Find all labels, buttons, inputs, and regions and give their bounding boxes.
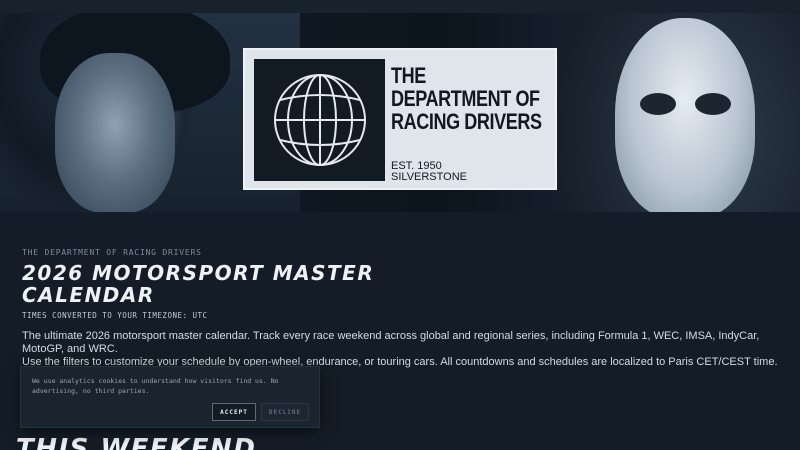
description-paragraph-1: The ultimate 2026 motorsport master cale… bbox=[22, 330, 760, 355]
accept-cookies-button[interactable]: ACCEPT bbox=[212, 403, 256, 421]
page-title: 2026 MOTORSPORT MASTER CALENDAR bbox=[22, 261, 375, 307]
logo-location: SILVERSTONE bbox=[391, 171, 468, 183]
logo-title: THE DEPARTMENT OF RACING DRIVERS bbox=[391, 63, 542, 134]
top-strip bbox=[0, 0, 800, 13]
cookie-banner: We use analytics cookies to understand h… bbox=[20, 366, 320, 428]
hero-banner: THE DEPARTMENT OF RACING DRIVERS EST. 19… bbox=[0, 13, 800, 212]
globe-icon-svg bbox=[273, 74, 366, 166]
brand-logo[interactable]: THE DEPARTMENT OF RACING DRIVERS EST. 19… bbox=[243, 48, 557, 190]
globe-icon bbox=[254, 59, 385, 181]
hero-photo-driver-masked bbox=[555, 13, 800, 212]
page-description: The ultimate 2026 motorsport master cale… bbox=[22, 330, 792, 369]
decline-cookies-button[interactable]: DECLINE bbox=[261, 403, 309, 421]
timezone-note: TIMES CONVERTED TO YOUR TIMEZONE: UTC bbox=[22, 311, 208, 320]
page-kicker: THE DEPARTMENT OF RACING DRIVERS bbox=[22, 248, 202, 257]
section-title-this-weekend: THIS WEEKEND bbox=[16, 434, 257, 450]
cookie-message: We use analytics cookies to understand h… bbox=[32, 377, 279, 395]
